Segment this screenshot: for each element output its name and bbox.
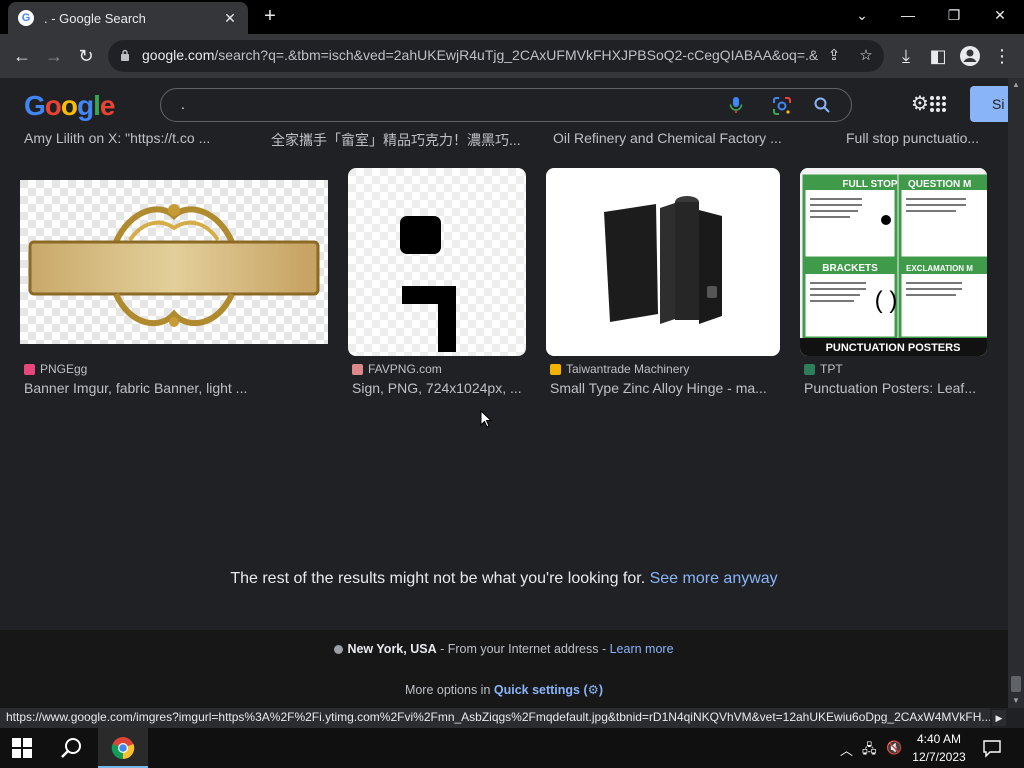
share-icon[interactable]: ⇪ [824,46,844,66]
new-tab-button[interactable]: + [260,6,280,26]
learn-more-link[interactable]: Learn more [610,642,674,656]
scroll-thumb[interactable] [1011,676,1021,692]
banner-image [20,180,328,344]
page-footer: New York, USA - From your Internet addre… [0,630,1008,708]
google-lens-icon[interactable] [771,95,793,117]
gear-icon: ⚙ [587,683,599,697]
image-caption[interactable]: 全家攜手「畲室」精品巧克力！濃黑巧... [271,130,531,150]
location-dot-icon [334,645,344,654]
chrome-icon [111,737,135,760]
semicolon-sign-image [348,168,526,356]
microphone-icon[interactable] [727,96,745,114]
browser-toolbar: ← → ↻ google.com/search?q=.&tbm=isch&ved… [0,34,1024,78]
search-icon[interactable] [813,96,831,114]
location-line: New York, USA - From your Internet addre… [0,642,1008,656]
svg-text:FULL STOP: FULL STOP [842,179,898,190]
image-result-banner[interactable] [20,180,328,344]
tab-search-chevron-icon[interactable]: ⌄ [848,4,876,26]
windows-taskbar: ︿ 🖧 🔇 4:40 AM 12/7/2023 [0,728,1024,768]
logo-letter: l [93,90,101,121]
svg-text:( ): ( ) [875,287,898,314]
side-panel-icon[interactable]: ◧ [926,44,950,68]
image-title[interactable]: Banner Imgur, fabric Banner, light ... [24,380,324,396]
punctuation-posters-image: FULL STOP QUESTION M BRACKETS ( ) EXCLAM… [800,168,987,356]
bookmark-star-icon[interactable]: ☆ [856,46,876,66]
quick-settings-line: More options in Quick settings (⚙) [404,683,604,697]
tab-strip: G . - Google Search ✕ + ⌄ — ❐ ✕ [0,0,1024,34]
image-caption[interactable]: Oil Refinery and Chemical Factory ... [553,130,793,146]
mouse-cursor-icon [480,410,492,428]
image-result-hinge[interactable] [546,168,780,356]
minimize-button[interactable]: — [894,4,922,26]
forward-arrow-icon[interactable]: → [42,44,66,68]
network-icon[interactable]: 🖧 [862,740,877,762]
status-arrow-icon: ▶ [992,710,1006,726]
image-title[interactable]: Small Type Zinc Alloy Hinge - ma... [550,380,776,396]
logo-letter: o [44,90,62,121]
restore-button[interactable]: ❐ [940,4,968,26]
reload-icon[interactable]: ↻ [74,44,98,68]
taskbar-clock[interactable]: 4:40 AM 12/7/2023 [908,730,970,766]
logo-letter: e [99,90,116,121]
image-source[interactable]: PNGEgg [24,362,87,376]
volume-muted-icon[interactable]: 🔇 [886,740,902,756]
logo-letter: g [77,90,94,121]
link-status-bar: https://www.google.com/imgres?imgurl=htt… [0,708,990,728]
image-source[interactable]: FAVPNG.com [352,362,442,376]
windows-start-icon[interactable] [12,738,32,758]
address-bar[interactable]: google.com/search?q=.&tbm=isch&ved=2ahUK… [108,40,884,72]
image-caption[interactable]: Amy Lilith on X: "https://t.co ... [24,130,244,146]
close-window-button[interactable]: ✕ [986,4,1014,26]
back-arrow-icon[interactable]: ← [10,44,34,68]
browser-tab[interactable]: G . - Google Search ✕ [8,2,248,34]
image-result-posters[interactable]: FULL STOP QUESTION M BRACKETS ( ) EXCLAM… [800,168,987,356]
image-result-sign[interactable] [348,168,526,356]
google-logo[interactable]: Google [24,90,116,122]
scroll-down-arrow-icon[interactable]: ▼ [1012,696,1020,705]
search-input[interactable]: . [181,96,185,112]
profile-avatar-icon[interactable] [958,44,982,68]
svg-text:QUESTION M: QUESTION M [908,179,971,190]
logo-letter: o [60,90,78,121]
hinge-image [546,168,780,356]
google-apps-grid-icon[interactable] [928,94,948,114]
image-source[interactable]: TPT [804,362,843,376]
site-favicon-icon [804,363,815,375]
more-results-message: The rest of the results might not be wha… [230,570,778,587]
lock-icon [121,49,129,61]
svg-text:BRACKETS: BRACKETS [822,263,878,274]
sign-in-button[interactable]: Si [970,86,1008,122]
svg-text:PUNCTUATION POSTERS: PUNCTUATION POSTERS [826,342,961,354]
scroll-up-arrow-icon[interactable]: ▲ [1012,80,1020,89]
image-caption[interactable]: Full stop punctuatio... [846,130,986,146]
image-title[interactable]: Sign, PNG, 724x1024px, ... [352,380,524,396]
taskbar-search-icon[interactable] [60,736,84,760]
show-hidden-icons-chevron-icon[interactable]: ︿ [840,740,853,759]
google-header: Google . ⚙ Si [0,78,1008,130]
page-scrollbar[interactable]: ▲ ▼ [1008,78,1024,708]
image-source[interactable]: Taiwantrade Machinery [550,362,689,376]
url-text: google.com/search?q=.&tbm=isch&ved=2ahUK… [142,47,818,63]
svg-text:EXCLAMATION M: EXCLAMATION M [906,264,973,273]
google-images-page: Google . ⚙ Si Amy Lilith on X: "https://… [0,78,1008,708]
notification-center-icon[interactable] [982,738,1002,758]
chrome-menu-icon[interactable]: ⋮ [990,44,1014,68]
search-box[interactable]: . [160,88,852,122]
download-icon[interactable]: ⤓ [894,44,918,68]
see-more-anyway-link[interactable]: See more anyway [650,570,778,587]
logo-letter: G [24,90,46,121]
quick-settings-link[interactable]: Quick settings (⚙) [494,683,603,697]
image-title[interactable]: Punctuation Posters: Leaf... [804,380,984,396]
site-favicon-icon [24,363,35,375]
site-favicon-icon [550,363,561,375]
site-favicon-icon [352,363,363,375]
tab-title: . - Google Search [44,10,146,26]
tab-close-icon[interactable]: ✕ [222,10,238,27]
chrome-taskbar-button[interactable] [98,728,148,768]
google-favicon-icon: G [18,10,34,26]
